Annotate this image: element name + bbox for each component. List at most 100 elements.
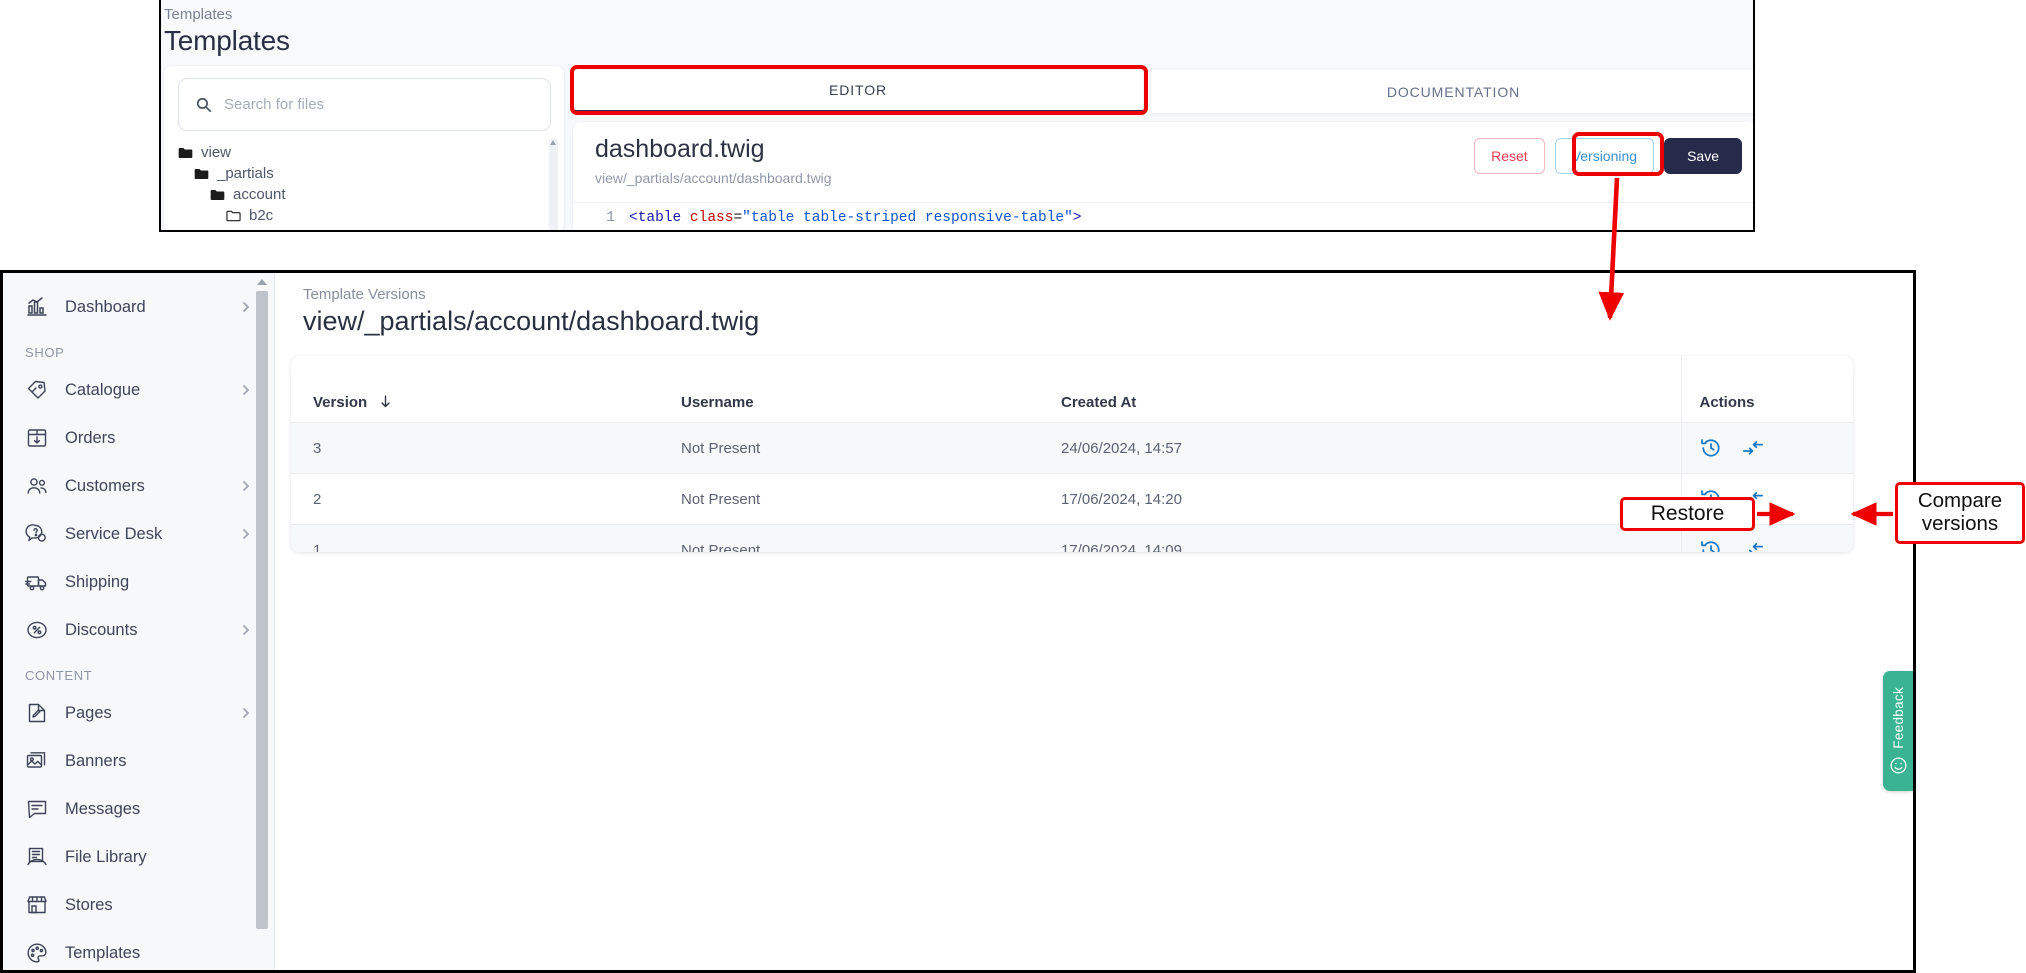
versions-table: Version Username Created At Actions 3 No… [291, 356, 1853, 552]
sidebar-item-label: Stores [65, 895, 113, 914]
sidebar-item-label: Shipping [65, 572, 130, 591]
search-input[interactable]: Search for files [178, 78, 551, 131]
tree-item-view[interactable]: view [178, 142, 551, 163]
file-library-icon [27, 847, 47, 866]
table-body: 3 Not Present 24/06/2024, 14:57 2 Not Pr… [291, 422, 1853, 552]
box-download-icon [27, 429, 47, 447]
editor-file-name: dashboard.twig [595, 135, 765, 163]
reset-button[interactable]: Reset [1474, 138, 1545, 174]
code-tag-open: <table [629, 209, 682, 226]
arrow-down-icon [381, 395, 391, 408]
versions-table-card: Version Username Created At Actions 3 No… [291, 356, 1853, 552]
folder-filled-icon [210, 189, 225, 200]
table-row[interactable]: 1 Not Present 17/06/2024, 14:09 [291, 524, 1853, 552]
compare-annotation-line2: versions [1921, 512, 1999, 535]
compare-versions-icon[interactable] [1742, 437, 1764, 459]
cell-created-at: 17/06/2024, 14:20 [1061, 473, 1681, 525]
sidebar-item-label: Templates [65, 943, 141, 962]
smiley-icon [1890, 757, 1906, 774]
sidebar-item-customers[interactable]: Customers [3, 462, 274, 510]
restore-annotation-label: Restore [1620, 497, 1755, 531]
folder-outline-icon [226, 210, 241, 221]
scrollbar-thumb[interactable] [256, 291, 268, 929]
file-browser-card: Search for files view _partials account … [164, 66, 564, 230]
tab-documentation[interactable]: DOCUMENTATION [1151, 70, 1753, 113]
column-header-actions: Actions [1680, 356, 1853, 423]
sidebar-item-banners[interactable]: Banners [3, 737, 274, 785]
code-attr-value: "table table-striped responsive-table" [742, 209, 1073, 226]
restore-icon[interactable] [1700, 539, 1722, 552]
tree-item-label: view [201, 144, 232, 161]
compare-versions-annotation-label: Compare versions [1895, 482, 2025, 544]
compare-versions-icon[interactable] [1742, 539, 1764, 552]
template-versions-panel: Dashboard SHOP Catalogue Orders Customer… [0, 270, 1916, 973]
code-equals: = [733, 209, 743, 226]
code-tag-close: > [1072, 209, 1082, 226]
versioning-button[interactable]: Versioning [1554, 138, 1655, 174]
templates-breadcrumb: Templates [164, 6, 233, 23]
cell-version: 3 [291, 422, 681, 474]
templates-icon [27, 943, 47, 963]
save-button[interactable]: Save [1664, 138, 1742, 174]
tree-item-account[interactable]: account [178, 184, 551, 205]
sidebar-item-messages[interactable]: Messages [3, 785, 274, 833]
chevron-right-icon [243, 625, 250, 635]
chevron-right-icon [243, 481, 250, 491]
scroll-up-arrow-icon[interactable] [257, 279, 267, 285]
sidebar-item-service-desk[interactable]: Service Desk [3, 510, 274, 558]
sidebar-scrollbar[interactable] [256, 279, 268, 969]
search-icon [196, 97, 212, 113]
chevron-right-icon [243, 302, 250, 312]
feedback-tab[interactable]: Feedback [1883, 671, 1913, 791]
column-label: Version [313, 394, 368, 411]
sidebar-item-pages[interactable]: Pages [3, 689, 274, 737]
column-header-version[interactable]: Version [291, 356, 681, 423]
sidebar-item-dashboard[interactable]: Dashboard [3, 283, 274, 331]
sidebar-item-label: Catalogue [65, 380, 141, 399]
sidebar-item-label: Discounts [65, 620, 138, 639]
feedback-label: Feedback [1890, 686, 1906, 749]
truck-icon [25, 576, 47, 591]
sidebar-navigation: Dashboard SHOP Catalogue Orders Customer… [3, 273, 275, 970]
sidebar-item-label: Dashboard [65, 297, 146, 316]
code-editor-line[interactable]: 1 <table class="table table-striped resp… [573, 202, 1753, 230]
main-content: Template Versions view/_partials/account… [275, 273, 1913, 970]
cell-username: Not Present [681, 422, 1061, 474]
sidebar-item-label: Customers [65, 476, 145, 495]
templates-page-title: Templates [164, 25, 290, 56]
tree-item-b2c[interactable]: b2c [178, 205, 551, 226]
chevron-right-icon [243, 529, 250, 539]
message-icon [27, 800, 47, 819]
sidebar-item-templates[interactable]: Templates [3, 929, 274, 970]
templates-editor-panel: Templates Templates Search for files vie… [159, 0, 1755, 232]
sidebar-item-label: Orders [65, 428, 116, 447]
sidebar-item-discounts[interactable]: Discounts [3, 606, 274, 654]
table-row[interactable]: 2 Not Present 17/06/2024, 14:20 [291, 473, 1853, 525]
column-header-username[interactable]: Username [681, 356, 1061, 423]
cell-actions [1680, 422, 1853, 474]
versions-page-title: view/_partials/account/dashboard.twig [303, 306, 760, 336]
file-tree-scrollbar[interactable] [549, 138, 558, 230]
chevron-right-icon [243, 708, 250, 718]
sidebar-item-file-library[interactable]: File Library [3, 833, 274, 881]
table-row[interactable]: 3 Not Present 24/06/2024, 14:57 [291, 422, 1853, 474]
versions-breadcrumb: Template Versions [303, 286, 426, 303]
tree-item-partials[interactable]: _partials [178, 163, 551, 184]
tag-icon [27, 380, 46, 399]
sidebar-item-orders[interactable]: Orders [3, 414, 274, 462]
tab-editor[interactable]: EDITOR [573, 70, 1143, 113]
dashboard-chart-icon [27, 297, 47, 316]
sidebar-item-catalogue[interactable]: Catalogue [3, 366, 274, 414]
restore-icon[interactable] [1700, 437, 1722, 459]
sidebar-section-shop: SHOP [25, 345, 65, 360]
folder-filled-icon [178, 147, 193, 158]
sidebar-item-stores[interactable]: Stores [3, 881, 274, 929]
file-tree: view _partials account b2c [178, 142, 551, 226]
sidebar-section-content: CONTENT [25, 668, 93, 683]
page-edit-icon [28, 703, 46, 723]
folder-filled-icon [194, 168, 209, 179]
support-chat-icon [25, 524, 46, 542]
sidebar-item-shipping[interactable]: Shipping [3, 558, 274, 606]
editor-actions: Reset Versioning Save [1474, 138, 1742, 174]
column-header-created-at[interactable]: Created At [1061, 356, 1681, 423]
